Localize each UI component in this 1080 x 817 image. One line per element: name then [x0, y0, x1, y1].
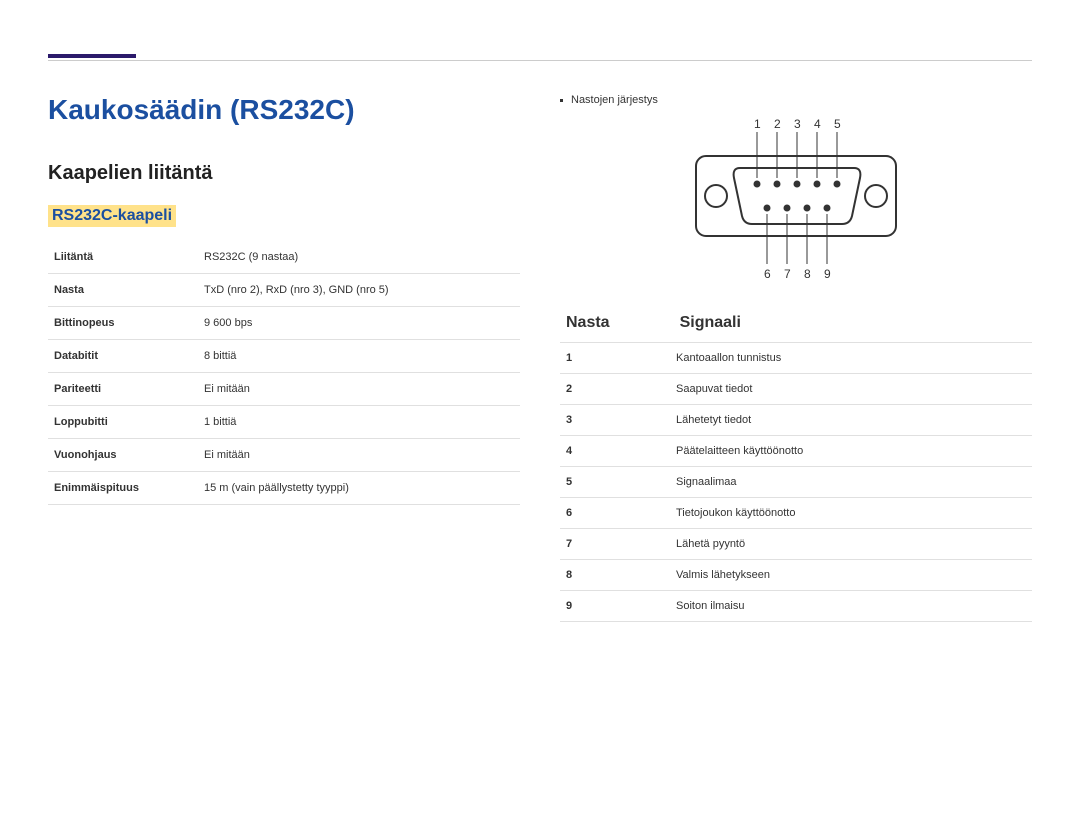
table-row: 5Signaalimaa: [560, 467, 1032, 498]
svg-text:9: 9: [824, 267, 831, 281]
table-row: Databitit8 bittiä: [48, 340, 520, 373]
signal-name: Valmis lähetykseen: [670, 560, 1032, 591]
table-row: NastaTxD (nro 2), RxD (nro 3), GND (nro …: [48, 274, 520, 307]
spec-label: Pariteetti: [48, 373, 198, 406]
signal-table: 1Kantoaallon tunnistus2Saapuvat tiedot3L…: [560, 343, 1032, 622]
pin-number: 6: [560, 498, 670, 529]
spec-value: Ei mitään: [198, 439, 520, 472]
svg-text:2: 2: [774, 117, 781, 131]
signal-name: Soiton ilmaisu: [670, 591, 1032, 622]
col-pin: Nasta: [566, 314, 610, 332]
pin-number: 7: [560, 529, 670, 560]
spec-label: Bittinopeus: [48, 307, 198, 340]
table-row: 1Kantoaallon tunnistus: [560, 343, 1032, 374]
spec-label: Loppubitti: [48, 406, 198, 439]
table-row: 4Päätelaitteen käyttöönotto: [560, 436, 1032, 467]
pin-number: 2: [560, 374, 670, 405]
svg-text:3: 3: [794, 117, 801, 131]
pin-order-label: Nastojen järjestys: [560, 94, 1032, 106]
spec-value: 8 bittiä: [198, 340, 520, 373]
svg-text:5: 5: [834, 117, 841, 131]
table-row: 3Lähetetyt tiedot: [560, 405, 1032, 436]
spec-label: Liitäntä: [48, 241, 198, 274]
spec-label: Enimmäispituus: [48, 472, 198, 505]
pin-number: 4: [560, 436, 670, 467]
pin-number: 9: [560, 591, 670, 622]
spec-label: Nasta: [48, 274, 198, 307]
spec-value: 15 m (vain päällystetty tyyppi): [198, 472, 520, 505]
table-row: Enimmäispituus15 m (vain päällystetty ty…: [48, 472, 520, 505]
table-row: Bittinopeus9 600 bps: [48, 307, 520, 340]
table-row: 8Valmis lähetykseen: [560, 560, 1032, 591]
signal-name: Päätelaitteen käyttöönotto: [670, 436, 1032, 467]
pin-number: 1: [560, 343, 670, 374]
signal-name: Saapuvat tiedot: [670, 374, 1032, 405]
right-column: Nastojen järjestys 1 2 3 4 5: [560, 94, 1032, 622]
spec-value: Ei mitään: [198, 373, 520, 406]
spec-table: LiitäntäRS232C (9 nastaa)NastaTxD (nro 2…: [48, 241, 520, 505]
svg-text:4: 4: [814, 117, 821, 131]
spec-label: Databitit: [48, 340, 198, 373]
page-title: Kaukosäädin (RS232C): [48, 94, 520, 126]
table-row: 2Saapuvat tiedot: [560, 374, 1032, 405]
signal-name: Kantoaallon tunnistus: [670, 343, 1032, 374]
header-rule: [48, 54, 1032, 62]
signal-name: Signaalimaa: [670, 467, 1032, 498]
signal-table-header: Nasta Signaali: [560, 306, 1032, 343]
left-column: Kaukosäädin (RS232C) Kaapelien liitäntä …: [48, 94, 520, 622]
col-signal: Signaali: [680, 314, 741, 332]
svg-text:1: 1: [754, 117, 761, 131]
table-row: 6Tietojoukon käyttöönotto: [560, 498, 1032, 529]
table-row: 7Lähetä pyyntö: [560, 529, 1032, 560]
spec-value: 9 600 bps: [198, 307, 520, 340]
spec-value: TxD (nro 2), RxD (nro 3), GND (nro 5): [198, 274, 520, 307]
pin-number: 8: [560, 560, 670, 591]
pin-number: 3: [560, 405, 670, 436]
table-row: PariteettiEi mitään: [48, 373, 520, 406]
spec-value: 1 bittiä: [198, 406, 520, 439]
table-row: LiitäntäRS232C (9 nastaa): [48, 241, 520, 274]
db9-connector-diagram: 1 2 3 4 5: [676, 116, 916, 286]
svg-text:6: 6: [764, 267, 771, 281]
svg-text:8: 8: [804, 267, 811, 281]
spec-label: Vuonohjaus: [48, 439, 198, 472]
subsection-heading: RS232C-kaapeli: [48, 205, 176, 227]
pin-order-text: Nastojen järjestys: [571, 94, 658, 106]
table-row: VuonohjausEi mitään: [48, 439, 520, 472]
signal-name: Tietojoukon käyttöönotto: [670, 498, 1032, 529]
table-row: 9Soiton ilmaisu: [560, 591, 1032, 622]
table-row: Loppubitti1 bittiä: [48, 406, 520, 439]
section-heading: Kaapelien liitäntä: [48, 162, 520, 185]
signal-name: Lähetä pyyntö: [670, 529, 1032, 560]
spec-value: RS232C (9 nastaa): [198, 241, 520, 274]
pin-number: 5: [560, 467, 670, 498]
signal-name: Lähetetyt tiedot: [670, 405, 1032, 436]
svg-text:7: 7: [784, 267, 791, 281]
bullet-icon: [560, 99, 563, 102]
